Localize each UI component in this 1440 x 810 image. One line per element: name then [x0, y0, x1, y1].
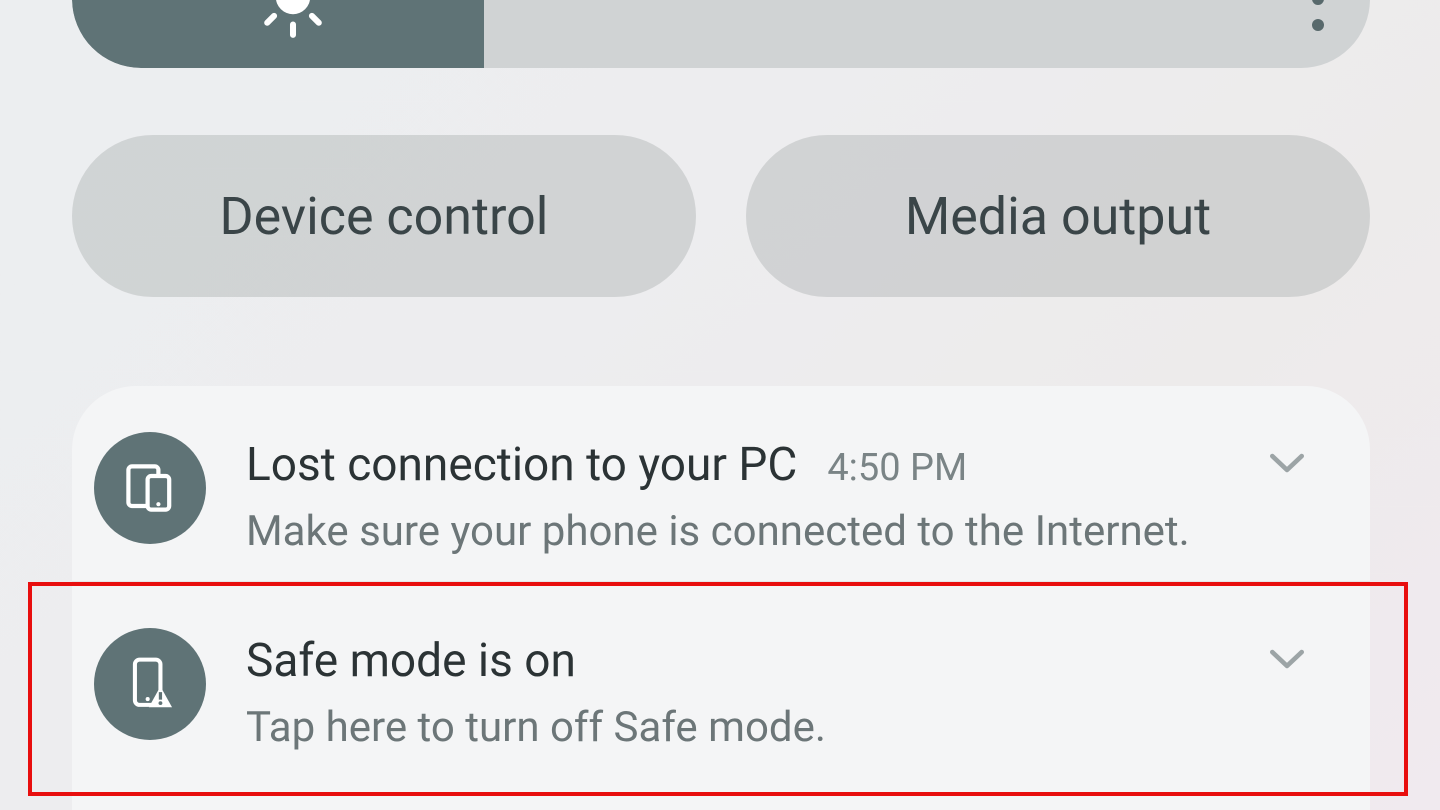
notification-title: Lost connection to your PC — [246, 438, 797, 492]
quick-controls-row: Device control Media output — [72, 135, 1370, 297]
notification-body: Tap here to turn off Safe mode. — [246, 702, 1316, 755]
phone-link-icon — [94, 432, 206, 544]
brightness-icon — [250, 0, 336, 44]
notification-card: Lost connection to your PC 4:50 PM Make … — [72, 386, 1370, 810]
notification-title: Safe mode is on — [246, 634, 576, 688]
notification-item[interactable]: Lost connection to your PC 4:50 PM Make … — [72, 386, 1370, 581]
media-output-label: Media output — [905, 186, 1211, 247]
brightness-more-icon[interactable] — [1312, 0, 1324, 31]
phone-warning-icon — [94, 628, 206, 740]
brightness-slider[interactable] — [72, 0, 1370, 68]
chevron-down-icon[interactable] — [1264, 636, 1310, 686]
media-output-button[interactable]: Media output — [746, 135, 1370, 297]
notification-text: Lost connection to your PC 4:50 PM Make … — [246, 432, 1316, 559]
device-control-label: Device control — [220, 186, 549, 247]
notification-item[interactable]: Safe mode is on Tap here to turn off Saf… — [72, 582, 1370, 777]
device-control-button[interactable]: Device control — [72, 135, 696, 297]
notification-time: 4:50 PM — [827, 446, 967, 490]
brightness-slider-fill — [72, 0, 484, 68]
notification-text: Safe mode is on Tap here to turn off Saf… — [246, 628, 1316, 755]
chevron-down-icon[interactable] — [1264, 440, 1310, 490]
notification-body: Make sure your phone is connected to the… — [246, 506, 1316, 559]
